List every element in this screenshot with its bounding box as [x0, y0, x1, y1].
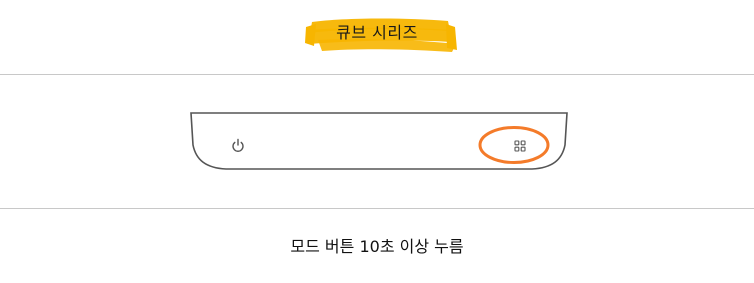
bottom-divider	[0, 208, 754, 209]
instruction-text: 모드 버튼 10초 이상 누름	[290, 237, 464, 256]
cube-device-front	[190, 112, 568, 170]
page-title: 큐브 시리즈	[336, 23, 418, 42]
device-outline	[190, 112, 568, 170]
series-header: 큐브 시리즈	[0, 0, 754, 74]
